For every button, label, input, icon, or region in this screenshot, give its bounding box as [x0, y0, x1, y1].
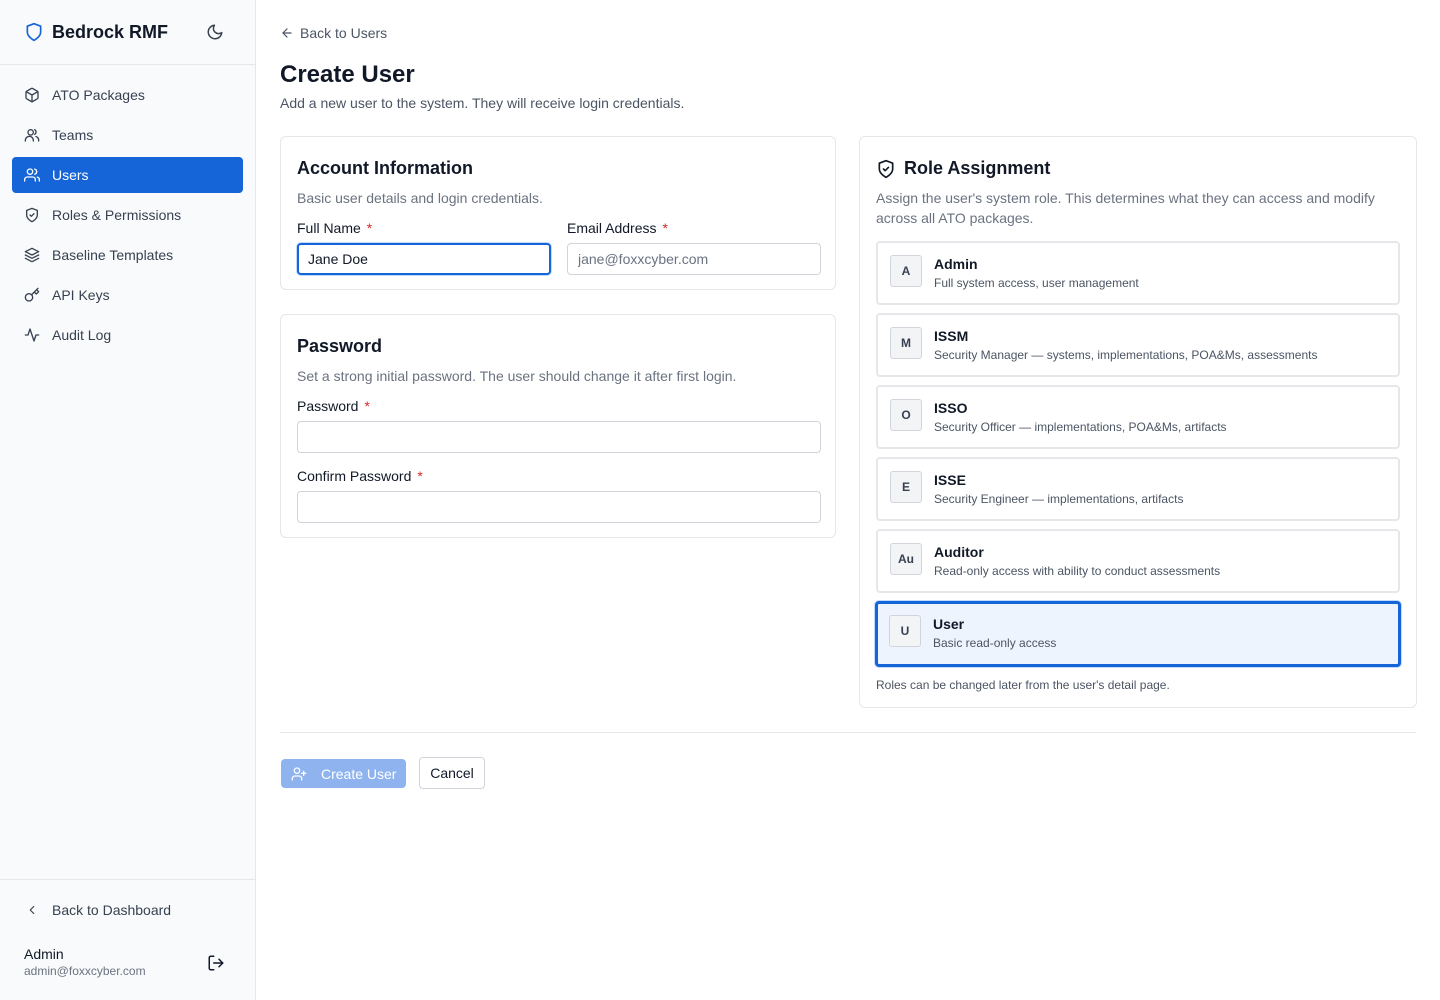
required-mark: * — [366, 220, 373, 236]
layers-icon — [24, 247, 40, 263]
arrow-left-icon — [280, 26, 294, 40]
role-option-auditor[interactable]: Au Auditor Read-only access with ability… — [876, 529, 1400, 593]
role-badge: U — [889, 615, 921, 647]
app-name: Bedrock RMF — [52, 21, 169, 42]
role-name: ISSO — [934, 400, 968, 416]
main-content: Back to Users Create User Add a new user… — [256, 0, 1440, 1000]
teams-icon — [24, 127, 40, 143]
required-mark: * — [364, 398, 370, 414]
sidebar-item-audit-log[interactable]: Audit Log — [12, 317, 243, 353]
logout-icon[interactable] — [207, 954, 225, 972]
create-user-label: Create User — [321, 765, 397, 782]
required-mark: * — [662, 220, 668, 236]
user-plus-icon — [291, 766, 307, 782]
sidebar-nav: ATO Packages Teams Users Roles & Permiss… — [0, 65, 255, 369]
sidebar: Bedrock RMF ATO Packages Teams Users Rol… — [0, 0, 256, 1000]
page-title: Create User — [280, 61, 415, 88]
role-assignment-card: Role Assignment Assign the user's system… — [859, 136, 1417, 708]
password-card-description: Set a strong initial password. The user … — [297, 368, 737, 384]
key-icon — [24, 287, 40, 303]
role-option-user[interactable]: U User Basic read-only access — [875, 601, 1401, 667]
account-card-description: Basic user details and login credentials… — [297, 190, 543, 206]
moon-icon[interactable] — [205, 22, 225, 42]
password-input[interactable] — [297, 421, 821, 453]
role-badge: M — [890, 327, 922, 359]
back-to-dashboard-link[interactable]: Back to Dashboard — [12, 892, 243, 928]
role-description: Security Engineer — implementations, art… — [934, 492, 1184, 506]
back-to-dashboard-label: Back to Dashboard — [52, 902, 172, 918]
role-description: Full system access, user management — [934, 276, 1139, 290]
password-label: Password * — [297, 398, 370, 414]
current-user: Admin admin@foxxcyber.com — [24, 946, 146, 978]
password-card-title: Password — [297, 336, 383, 356]
chevron-left-icon — [24, 902, 40, 918]
role-option-issm[interactable]: M ISSM Security Manager — systems, imple… — [876, 313, 1400, 377]
role-badge: A — [890, 255, 922, 287]
role-option-admin[interactable]: A Admin Full system access, user managem… — [876, 241, 1400, 305]
form-divider — [280, 732, 1416, 733]
role-badge: O — [890, 399, 922, 431]
activity-icon — [24, 327, 40, 343]
role-name: User — [933, 616, 965, 632]
password-card: Password Set a strong initial password. … — [280, 314, 836, 538]
sidebar-item-label: Baseline Templates — [52, 247, 174, 263]
role-name: ISSM — [934, 328, 969, 344]
page-subtitle: Add a new user to the system. They will … — [280, 95, 685, 111]
role-name: ISSE — [934, 472, 966, 488]
package-icon — [24, 87, 40, 103]
role-badge: Au — [890, 543, 922, 575]
sidebar-item-label: Audit Log — [52, 327, 112, 343]
email-label: Email Address * — [567, 220, 668, 236]
sidebar-item-label: Users — [52, 167, 89, 183]
account-information-card: Account Information Basic user details a… — [280, 136, 836, 290]
role-card-description: Assign the user's system role. This dete… — [876, 190, 1375, 226]
current-user-email: admin@foxxcyber.com — [24, 964, 146, 978]
users-icon — [24, 167, 40, 183]
sidebar-item-users[interactable]: Users — [12, 157, 243, 193]
sidebar-item-label: ATO Packages — [52, 87, 145, 103]
required-mark: * — [417, 468, 423, 484]
role-card-title: Role Assignment — [904, 158, 1051, 178]
full-name-label: Full Name * — [297, 220, 373, 236]
email-input[interactable] — [567, 243, 821, 275]
sidebar-item-api-keys[interactable]: API Keys — [12, 277, 243, 313]
brand-header: Bedrock RMF — [0, 0, 255, 65]
account-card-title: Account Information — [297, 158, 473, 178]
sidebar-item-roles-permissions[interactable]: Roles & Permissions — [12, 197, 243, 233]
sidebar-item-label: Teams — [52, 127, 94, 143]
current-user-name: Admin — [24, 946, 64, 962]
role-name: Auditor — [934, 544, 984, 560]
role-description: Security Officer — implementations, POA&… — [934, 420, 1227, 434]
confirm-password-input[interactable] — [297, 491, 821, 523]
role-description: Security Manager — systems, implementati… — [934, 348, 1318, 362]
sidebar-item-label: Roles & Permissions — [52, 207, 182, 223]
role-option-isso[interactable]: O ISSO Security Officer — implementation… — [876, 385, 1400, 449]
sidebar-footer: Back to Dashboard Admin admin@foxxcyber.… — [0, 879, 255, 1000]
role-footnote: Roles can be changed later from the user… — [876, 678, 1170, 692]
create-user-button[interactable]: Create User — [281, 759, 406, 788]
role-description: Basic read-only access — [933, 636, 1057, 650]
role-option-isse[interactable]: E ISSE Security Engineer — implementatio… — [876, 457, 1400, 521]
back-to-users-link[interactable]: Back to Users — [280, 25, 387, 41]
role-badge: E — [890, 471, 922, 503]
role-name: Admin — [934, 256, 978, 272]
sidebar-item-baseline-templates[interactable]: Baseline Templates — [12, 237, 243, 273]
sidebar-item-label: API Keys — [52, 287, 110, 303]
full-name-input[interactable] — [297, 243, 551, 275]
back-to-users-label: Back to Users — [300, 25, 388, 41]
sidebar-item-ato-packages[interactable]: ATO Packages — [12, 77, 243, 113]
confirm-password-label: Confirm Password * — [297, 468, 423, 484]
role-description: Read-only access with ability to conduct… — [934, 564, 1221, 578]
shield-logo-icon — [24, 22, 44, 42]
cancel-button[interactable]: Cancel — [419, 757, 485, 789]
shield-check-icon — [24, 207, 40, 223]
sidebar-item-teams[interactable]: Teams — [12, 117, 243, 153]
cancel-label: Cancel — [430, 765, 474, 781]
shield-check-icon — [876, 159, 896, 179]
